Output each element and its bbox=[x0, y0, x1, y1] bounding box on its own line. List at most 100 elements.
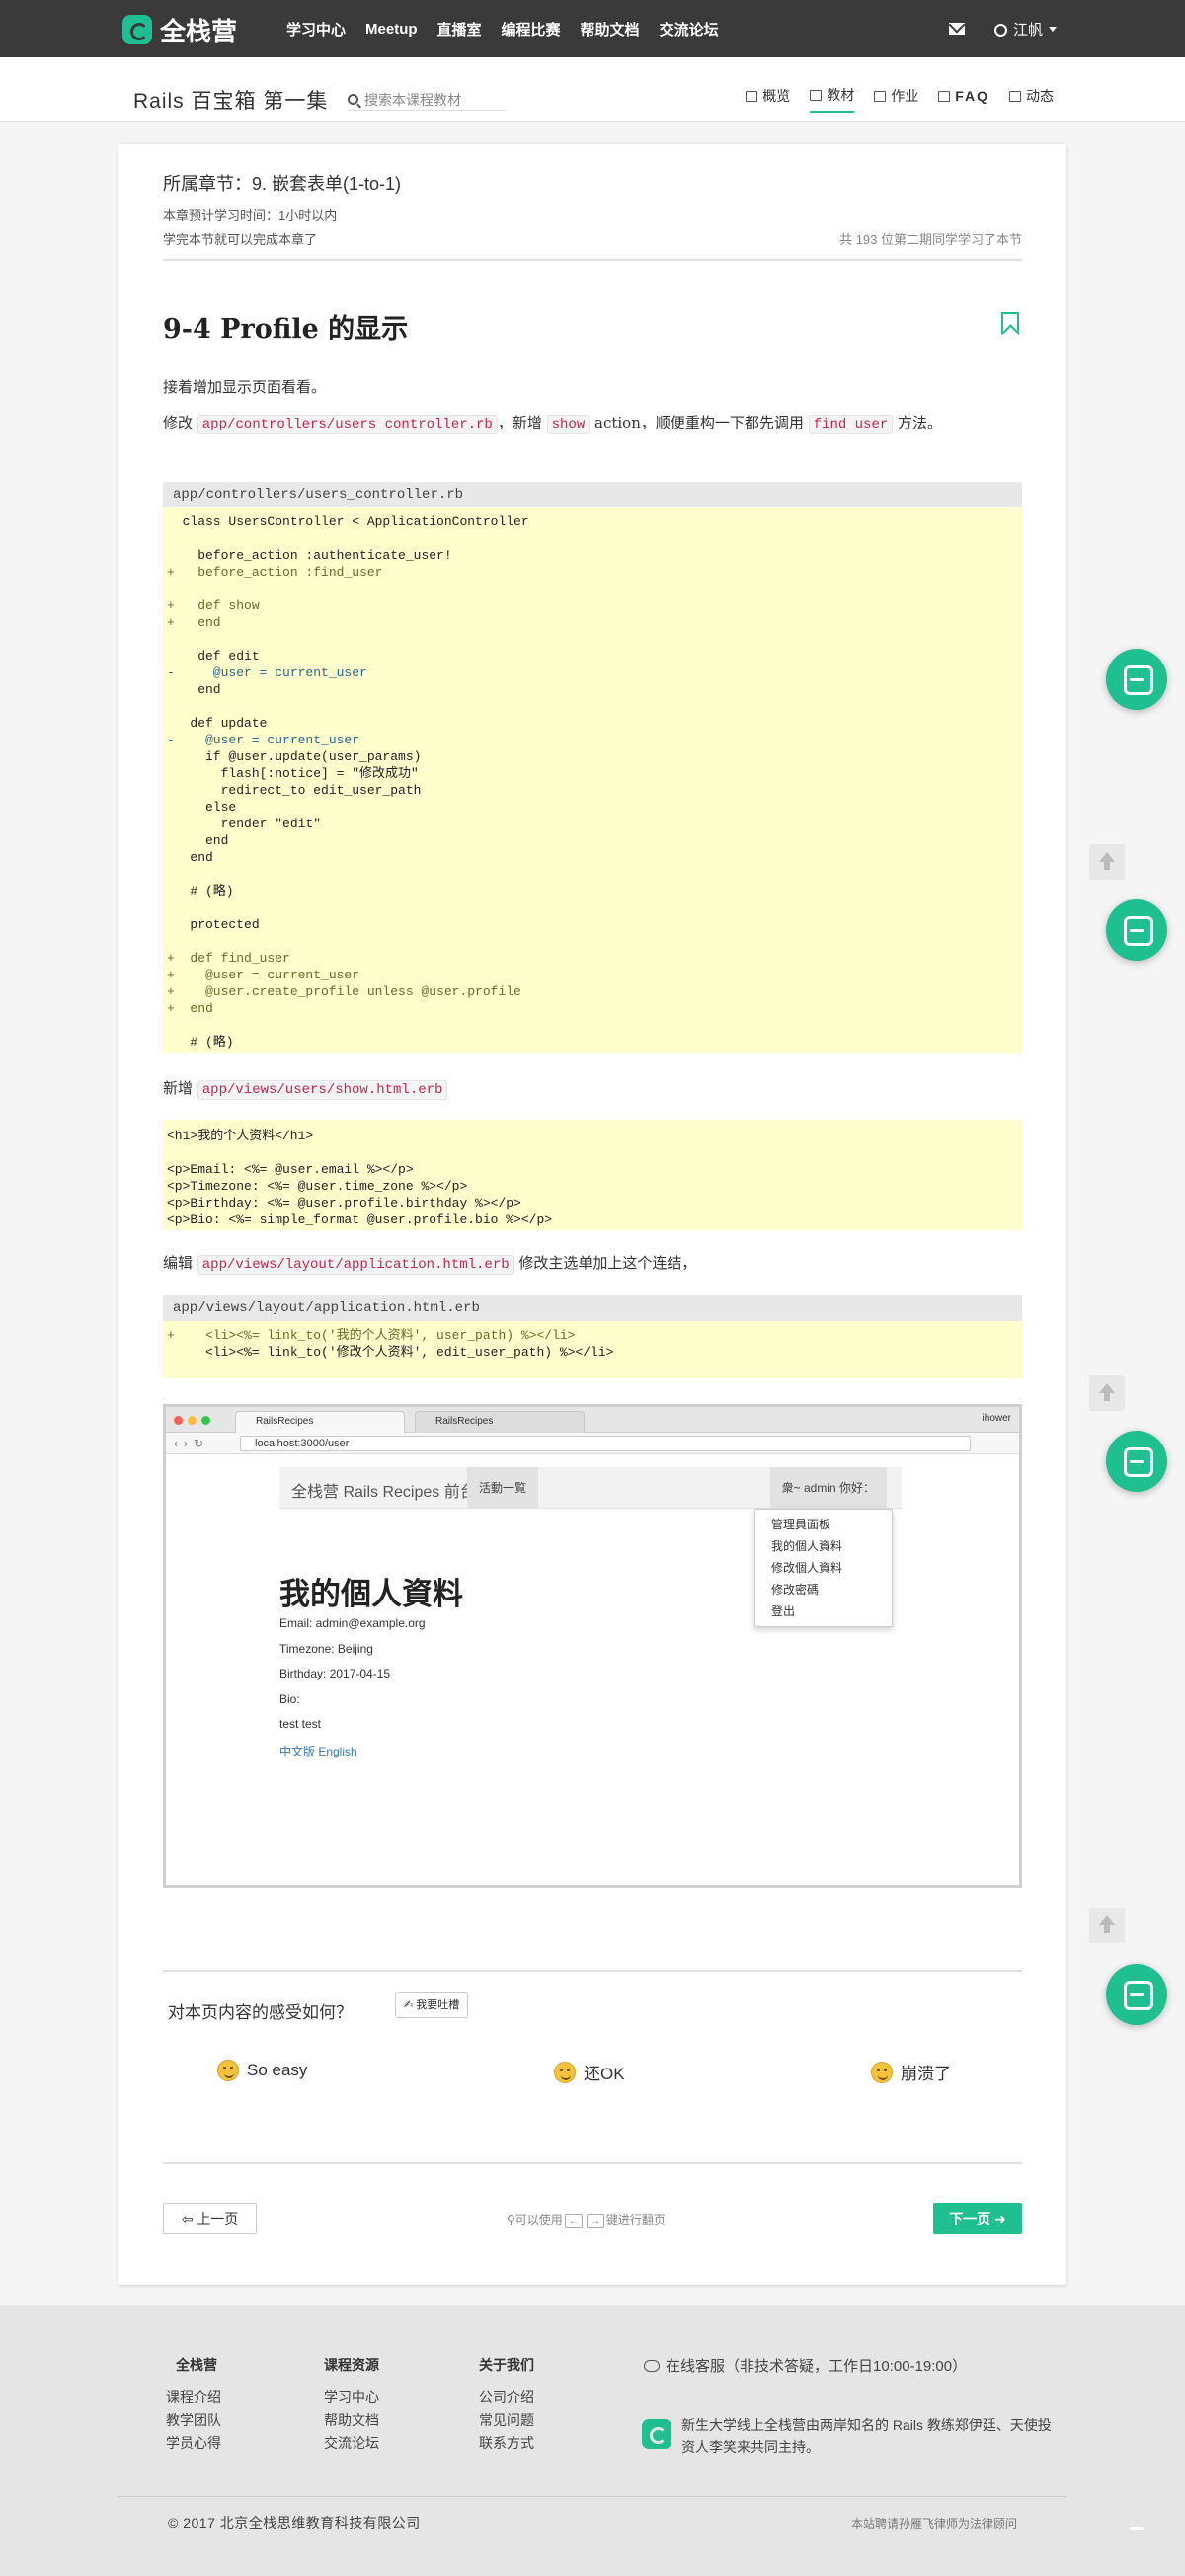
next-page-button[interactable]: 下一页 ➜ bbox=[933, 2203, 1022, 2234]
code-line: + def find_user bbox=[167, 951, 290, 966]
app-user-menu: 衆~ admin 你好： bbox=[769, 1467, 887, 1509]
tab-faq[interactable]: FAQ bbox=[938, 85, 989, 113]
copyright: © 2017 北京全栈思维教育科技有限公司 bbox=[168, 2515, 421, 2531]
close-dot-icon bbox=[174, 1416, 183, 1425]
nav-link-live[interactable]: 直播室 bbox=[437, 19, 482, 39]
nav-link-docs[interactable]: 帮助文档 bbox=[581, 19, 640, 39]
tab-overview[interactable]: 概览 bbox=[746, 85, 790, 113]
footer-logo-icon bbox=[642, 2419, 672, 2449]
prev-page-button[interactable]: ⇦ 上一页 bbox=[163, 2203, 257, 2234]
complain-button[interactable]: ✍ 我要吐槽 bbox=[395, 1992, 469, 2018]
text: action，顺便重构一下都先调用 bbox=[590, 414, 809, 431]
zoom-dot-icon bbox=[201, 1416, 210, 1425]
arrow-left-icon: ⇦ bbox=[181, 2211, 198, 2226]
back-to-top-button[interactable] bbox=[1089, 1375, 1125, 1411]
footer-link[interactable]: 学习中心 bbox=[324, 2386, 379, 2409]
tab-activity[interactable]: 动态 bbox=[1009, 85, 1054, 113]
code-line: before_action :authenticate_user! bbox=[167, 548, 452, 563]
footer-link[interactable]: 公司介绍 bbox=[479, 2386, 534, 2409]
code-line: end bbox=[167, 833, 229, 848]
online-service[interactable]: 在线客服（非技术答疑，工作日10:00-19:00） bbox=[644, 2355, 967, 2376]
code-line: + end bbox=[167, 1001, 213, 1016]
divider bbox=[163, 259, 1022, 261]
feedback-crash[interactable]: 崩溃了 bbox=[871, 2060, 951, 2084]
code-line: <p>Timezone: <%= @user.time_zone %></p> bbox=[167, 1179, 468, 1194]
footer-link[interactable]: 教学团队 bbox=[166, 2409, 221, 2432]
divider bbox=[163, 2162, 1022, 2164]
chapter-done: 学完本节就可以完成本章了 bbox=[163, 232, 318, 247]
back-to-top-button[interactable] bbox=[1089, 1908, 1125, 1943]
nav-link-learning[interactable]: 学习中心 bbox=[286, 19, 346, 39]
code-line: def update bbox=[167, 716, 268, 731]
dropdown-item: 修改個人資料 bbox=[771, 1561, 843, 1575]
dropdown-item: 修改密碼 bbox=[771, 1583, 820, 1597]
course-search-input[interactable]: 搜索本课程教材 bbox=[348, 89, 506, 111]
code-line: - @user = current_user bbox=[167, 665, 367, 680]
code-line: <li><%= link_to('修改个人资料', edit_user_path… bbox=[167, 1345, 614, 1360]
footer-link[interactable]: 联系方式 bbox=[479, 2432, 534, 2455]
course-tabs: 概览 教材 作业 FAQ 动态 bbox=[746, 85, 1054, 113]
inline-code: show bbox=[546, 415, 591, 434]
tab-materials[interactable]: 教材 bbox=[810, 85, 855, 113]
file-icon bbox=[874, 90, 887, 102]
list-icon bbox=[810, 89, 823, 101]
chat-float-button[interactable] bbox=[1106, 649, 1167, 710]
chat-float-button[interactable] bbox=[1106, 899, 1167, 961]
feedback-ok[interactable]: 还OK bbox=[554, 2060, 625, 2084]
dropdown-item: 我的個人資料 bbox=[771, 1539, 843, 1553]
footer-link[interactable]: 学员心得 bbox=[166, 2432, 221, 2455]
text: 编辑 bbox=[163, 1254, 198, 1272]
feedback-label: 还OK bbox=[584, 2065, 625, 2083]
app-bio-text: test test bbox=[279, 1717, 322, 1731]
feedback-easy[interactable]: So easy bbox=[217, 2060, 307, 2081]
app-brand: 全栈营 Rails Recipes 前台 bbox=[291, 1484, 476, 1501]
browser-nav-icons: ‹›↻ bbox=[174, 1437, 210, 1450]
caret-down-icon bbox=[1049, 26, 1057, 32]
browser-url: localhost:3000/user bbox=[240, 1436, 971, 1451]
search-icon bbox=[348, 94, 358, 105]
app-dropdown: 管理員面板 我的個人資料 修改個人資料 修改密碼 登出 bbox=[754, 1509, 893, 1627]
nav-link-forum[interactable]: 交流论坛 bbox=[660, 19, 719, 39]
bookmark-icon[interactable] bbox=[1001, 312, 1019, 334]
back-to-top-button[interactable] bbox=[1089, 844, 1125, 880]
footer-link[interactable]: 常见问题 bbox=[479, 2409, 534, 2432]
tab-label: 动态 bbox=[1026, 88, 1054, 104]
divider bbox=[118, 2496, 1066, 2497]
code-line: <p>Bio: <%= simple_format @user.profile.… bbox=[167, 1212, 553, 1227]
code-line: # (略) bbox=[167, 1035, 234, 1050]
nav-link-meetup[interactable]: Meetup bbox=[365, 21, 418, 38]
learner-count: 共 193 位第二期同学学习了本节 bbox=[839, 232, 1022, 247]
footer-link[interactable]: 课程介绍 bbox=[166, 2386, 221, 2409]
logo[interactable]: 全栈营 bbox=[122, 14, 237, 47]
app-page-title: 我的個人資料 bbox=[279, 1577, 463, 1611]
code-body: class UsersController < ApplicationContr… bbox=[163, 507, 1022, 1060]
tab-label: 教材 bbox=[827, 87, 855, 103]
user-name: 江帆 bbox=[1012, 21, 1043, 39]
footer-link[interactable]: 交流论坛 bbox=[324, 2432, 379, 2455]
button-label: 上一页 bbox=[197, 2211, 239, 2226]
app-email: Email: admin@example.org bbox=[279, 1616, 426, 1630]
user-menu[interactable]: 江帆 bbox=[993, 19, 1057, 39]
code-body: <h1>我的个人资料</h1> <p>Email: <%= @user.email… bbox=[163, 1120, 1022, 1238]
footer-link[interactable]: 帮助文档 bbox=[324, 2409, 379, 2432]
code-filename: app/views/layout/application.html.erb bbox=[163, 1295, 1022, 1321]
button-label: 下一页 bbox=[949, 2211, 991, 2226]
browser-tab: RailsRecipes bbox=[235, 1411, 405, 1433]
chat-float-button[interactable] bbox=[1106, 1431, 1167, 1492]
user-icon bbox=[993, 23, 1007, 37]
browser-address-bar: ‹›↻ localhost:3000/user bbox=[166, 1433, 1019, 1454]
mail-icon[interactable] bbox=[948, 23, 965, 35]
paragraph-4: 编辑 app/views/layout/application.html.erb… bbox=[163, 1251, 1022, 1277]
chat-float-button[interactable] bbox=[1106, 1964, 1167, 2025]
dropdown-item: 管理員面板 bbox=[771, 1518, 831, 1531]
tab-homework[interactable]: 作业 bbox=[874, 85, 918, 113]
nav-link-contest[interactable]: 编程比赛 bbox=[502, 19, 561, 39]
app-lang-links: 中文版 English bbox=[279, 1745, 357, 1758]
footer-heading: 课程资源 bbox=[324, 2357, 379, 2373]
nav-right: 江帆 bbox=[948, 0, 1057, 57]
inline-code: find_user bbox=[808, 415, 894, 434]
